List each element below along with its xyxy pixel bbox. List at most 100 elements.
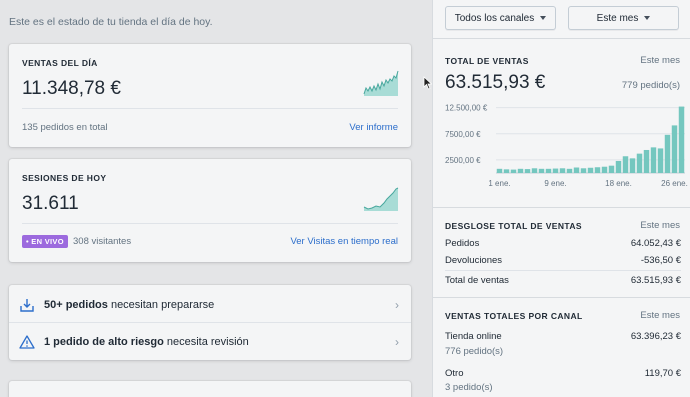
tasks-card: 50+ pedidos necesitan prepararse › 1 ped… (9, 285, 411, 360)
chart-y-tick-label: 12.500,00 € (445, 104, 488, 113)
sessions-sparkline-icon (363, 187, 399, 211)
chart-bar-23-ene (650, 147, 657, 173)
live-badge: • EN VIVO (22, 235, 68, 248)
chart-y-tick-label: 2500,00 € (445, 156, 481, 165)
breakdown-row-orders: Pedidos 64.052,43 € (445, 238, 681, 249)
total-sales-label: TOTAL DE VENTAS (445, 56, 529, 66)
period-filter-dropdown[interactable]: Este mes (568, 6, 679, 30)
chart-y-axis-labels: 12.500,00 € 7500,00 € 2500,00 € (445, 104, 488, 165)
chart-bar-3-ene (510, 169, 517, 173)
task-rest-text: necesitan prepararse (107, 298, 215, 311)
chart-y-tick-label: 7500,00 € (445, 130, 481, 139)
breakdown-row-name: Total de ventas (445, 275, 509, 286)
total-sales-period: Este mes (640, 55, 680, 66)
task-bold-text: 1 pedido de alto riesgo (44, 335, 164, 348)
chart-bar-27-ene (678, 106, 685, 173)
channel-row-online-store: Tienda online 63.396,23 € (445, 331, 681, 342)
view-live-visits-link[interactable]: Ver Visitas en tiempo real (290, 236, 398, 247)
chevron-right-icon: › (395, 334, 399, 349)
chart-bars (496, 106, 685, 173)
chart-bar-6-ene (531, 168, 538, 173)
task-row-high-risk-order[interactable]: 1 pedido de alto riesgo necesita revisió… (9, 323, 411, 360)
chart-bar-16-ene (601, 166, 608, 173)
total-sales-value: 63.515,93 € (445, 72, 546, 93)
channel-sales-label: VENTAS TOTALES POR CANAL (445, 311, 583, 321)
task-text: 50+ pedidos necesitan prepararse (44, 299, 214, 311)
channel-filter-label: Todos los canales (454, 12, 535, 24)
breakdown-row-total: Total de ventas 63.515,93 € (445, 275, 681, 286)
chart-bar-1-ene (496, 168, 503, 173)
task-rest-text: necesita revisión (163, 335, 249, 348)
task-bold-text: 50+ pedidos (44, 298, 108, 311)
section-divider (433, 207, 690, 208)
chart-x-tick-label: 26 ene. (661, 179, 688, 188)
sales-orders-total: 135 pedidos en total (22, 122, 108, 133)
channel-orders: 3 pedido(s) (445, 382, 493, 393)
task-row-orders-to-fulfill[interactable]: 50+ pedidos necesitan prepararse › (9, 286, 411, 323)
channel-value: 63.396,23 € (630, 331, 681, 342)
sessions-today-value: 31.611 (22, 193, 79, 214)
breakdown-total-divider (445, 270, 681, 271)
sales-today-value: 11.348,78 € (22, 78, 121, 99)
chevron-right-icon: › (395, 297, 399, 312)
sales-overview-panel: Todos los canales Este mes TOTAL DE VENT… (432, 0, 690, 397)
chart-bar-5-ene (524, 169, 531, 173)
chart-bar-20-ene (629, 158, 636, 173)
caret-down-icon (540, 16, 547, 20)
chart-bar-4-ene (517, 168, 524, 173)
sessions-today-label: SESIONES DE HOY (22, 173, 107, 183)
breakdown-row-name: Pedidos (445, 238, 480, 249)
chart-bar-26-ene (671, 125, 678, 173)
task-text: 1 pedido de alto riesgo necesita revisió… (44, 336, 249, 348)
sales-today-label: VENTAS DEL DÍA (22, 58, 98, 68)
breakdown-row-value: -536,50 € (640, 255, 681, 266)
breakdown-row-returns: Devoluciones -536,50 € (445, 255, 681, 266)
channel-filter-dropdown[interactable]: Todos los canales (445, 6, 556, 30)
chart-bar-8-ene (545, 168, 552, 173)
view-report-link[interactable]: Ver informe (349, 122, 398, 133)
chart-bar-19-ene (622, 156, 629, 173)
caret-down-icon (644, 16, 651, 20)
breakdown-row-value: 63.515,93 € (630, 275, 681, 286)
chart-bar-15-ene (594, 167, 601, 173)
chart-bar-21-ene (636, 153, 643, 173)
chart-bar-24-ene (657, 148, 664, 173)
sessions-card-divider (22, 223, 398, 224)
warning-triangle-icon (19, 334, 35, 349)
chart-x-tick-label: 1 ene. (488, 179, 510, 188)
sales-today-card: VENTAS DEL DÍA 11.348,78 € 135 pedidos e… (9, 44, 411, 147)
intro-text: Este es el estado de tu tienda el día de… (9, 16, 213, 28)
chart-bar-7-ene (538, 168, 545, 173)
channel-name: Otro (445, 368, 464, 379)
chart-bar-2-ene (503, 169, 510, 173)
period-filter-label: Este mes (596, 12, 639, 24)
chart-grid (496, 107, 685, 174)
chart-bar-13-ene (580, 168, 587, 173)
sales-sparkline-icon (363, 70, 399, 96)
chart-bar-25-ene (664, 134, 671, 173)
chart-x-tick-label: 18 ene. (605, 179, 632, 188)
chart-bar-22-ene (643, 149, 650, 173)
breakdown-row-name: Devoluciones (445, 255, 503, 266)
breakdown-label: DESGLOSE TOTAL DE VENTAS (445, 221, 582, 231)
download-box-icon (20, 298, 34, 312)
chart-bar-9-ene (552, 168, 559, 173)
sales-bar-chart: 12.500,00 € 7500,00 € 2500,00 € 1 ene. 9 en… (445, 104, 688, 188)
channel-orders: 776 pedido(s) (445, 346, 504, 357)
chart-x-axis-labels: 1 ene. 9 ene. 18 ene. 26 ene. (488, 179, 687, 188)
channel-name: Tienda online (445, 331, 502, 342)
next-card-partial (9, 381, 411, 397)
chart-bar-17-ene (608, 165, 615, 173)
sales-card-divider (22, 108, 398, 109)
total-sales-orders: 779 pedido(s) (621, 80, 680, 91)
live-visitors: 308 visitantes (73, 236, 132, 247)
channel-sales-period: Este mes (640, 310, 680, 321)
breakdown-period: Este mes (640, 220, 680, 231)
breakdown-row-value: 64.052,43 € (630, 238, 681, 249)
chart-bar-11-ene (566, 168, 573, 173)
section-divider (433, 38, 690, 39)
sessions-today-card: SESIONES DE HOY 31.611 • EN VIVO 308 vis… (9, 159, 411, 262)
chart-bar-18-ene (615, 160, 622, 173)
chart-bar-10-ene (559, 168, 566, 173)
channel-row-other: Otro 119,70 € (445, 368, 681, 379)
